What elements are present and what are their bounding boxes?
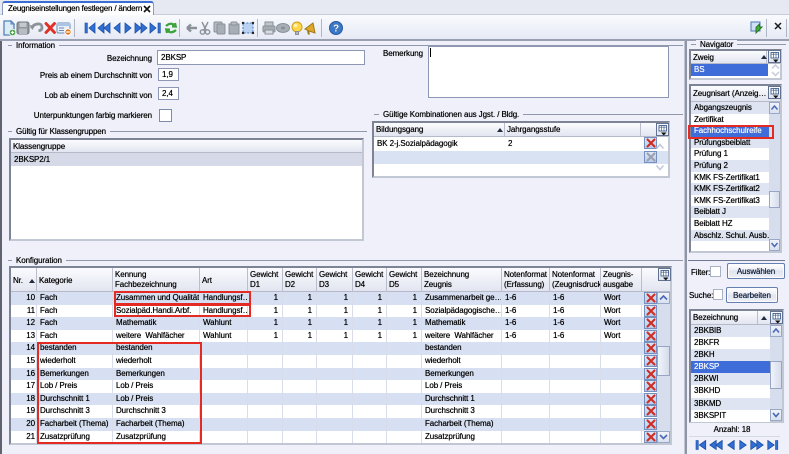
svg-text:?: ? [333, 24, 339, 35]
